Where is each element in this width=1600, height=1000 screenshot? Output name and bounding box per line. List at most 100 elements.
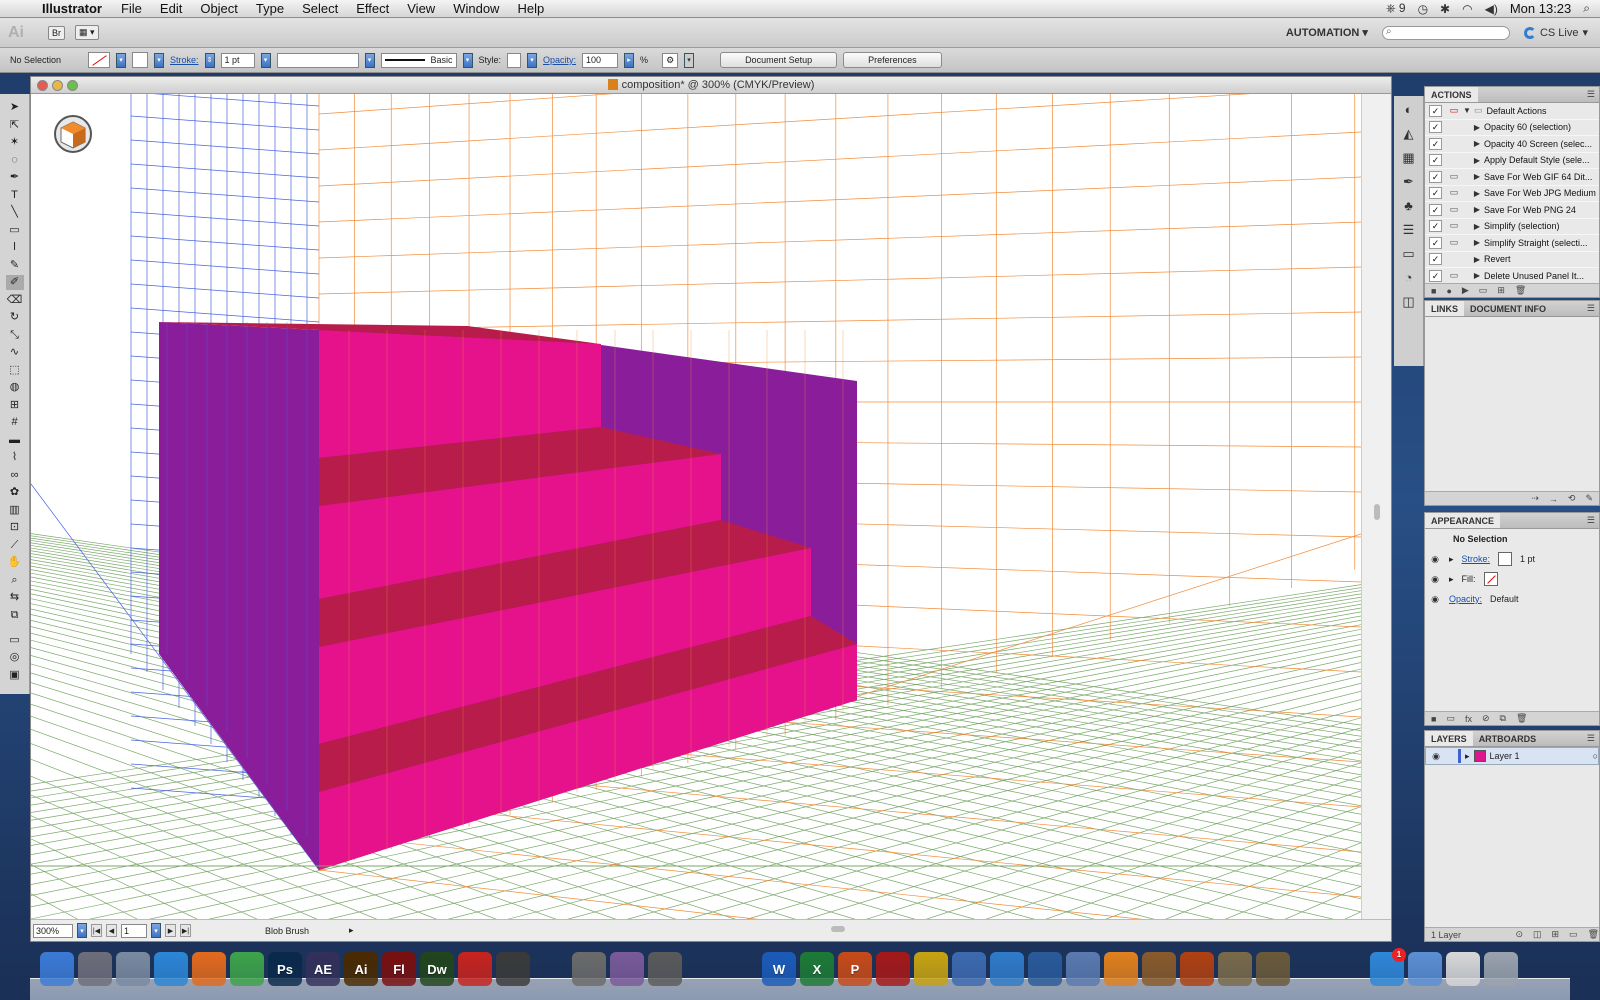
quicktime-dock-icon[interactable]: [1028, 952, 1062, 986]
brushes-panel-icon[interactable]: ✒: [1401, 174, 1417, 190]
menu-effect[interactable]: Effect: [347, 1, 398, 16]
menu-select[interactable]: Select: [293, 1, 347, 16]
dialog-toggle[interactable]: [1448, 171, 1460, 183]
dashboard-dock-icon[interactable]: [648, 952, 682, 986]
safari-dock-icon[interactable]: [154, 952, 188, 986]
direct-selection-tool-icon[interactable]: ⇱: [6, 118, 24, 133]
symbol-sprayer-tool-icon[interactable]: ✿: [6, 485, 24, 500]
layer-name[interactable]: Layer 1: [1490, 751, 1589, 761]
adobe-updates-icon[interactable]: ⎈ 9: [1386, 1, 1406, 16]
action-toggle-checkbox[interactable]: ✓: [1429, 203, 1442, 216]
action-row[interactable]: ✓ ▶Save For Web PNG 24: [1425, 202, 1599, 219]
preferences-button[interactable]: Preferences: [843, 52, 942, 68]
dialog-toggle[interactable]: [1448, 187, 1460, 199]
graphic-style-swatch[interactable]: [507, 52, 522, 68]
action-row[interactable]: ✓ ▶ Opacity 60 (selection): [1425, 120, 1599, 136]
duplicate-item-icon[interactable]: ⧉: [1500, 713, 1506, 724]
gear-settings-dock-icon[interactable]: [1332, 952, 1366, 986]
variable-width-dropdown[interactable]: ▾: [364, 52, 375, 68]
tab-artboards[interactable]: ARTBOARDS: [1473, 731, 1543, 746]
opacity-link[interactable]: Opacity:: [543, 55, 576, 65]
action-toggle-checkbox[interactable]: ✓: [1429, 236, 1442, 249]
dialog-toggle[interactable]: [1448, 105, 1460, 117]
graphic-style-dropdown[interactable]: ▾: [527, 52, 538, 68]
workspace-switcher[interactable]: AUTOMATION ▾: [1286, 26, 1368, 39]
stroke-swatch[interactable]: [132, 52, 148, 68]
action-set-row[interactable]: ✓ ▼ ▭ Default Actions: [1425, 103, 1599, 120]
fill-swatch[interactable]: [88, 52, 110, 68]
action-row[interactable]: ✓ ▶Simplify Straight (selecti...: [1425, 235, 1599, 252]
tab-layers[interactable]: LAYERS: [1425, 731, 1473, 746]
flash-dock-icon[interactable]: Fl: [382, 952, 416, 986]
selection-tool-icon[interactable]: ➤: [6, 100, 24, 115]
clock[interactable]: Mon 13:23: [1510, 1, 1571, 16]
delete-item-icon[interactable]: 🗑: [1516, 713, 1527, 724]
fill-dropdown[interactable]: ▾: [116, 52, 126, 68]
color-mode-icon[interactable]: ▭: [6, 633, 24, 648]
action-row[interactable]: ✓ ▶ Apply Default Style (sele...: [1425, 153, 1599, 169]
new-layer-icon[interactable]: ▭: [1569, 929, 1578, 940]
appearance-stroke-row[interactable]: ◉ ▸ Stroke: 1 pt: [1425, 549, 1599, 569]
relink-icon[interactable]: ⇢: [1531, 493, 1539, 504]
fill-stroke-icon[interactable]: ⧉: [6, 608, 24, 630]
documents-dock-icon[interactable]: [1446, 952, 1480, 986]
expand-triangle-icon[interactable]: ▶: [1470, 205, 1484, 214]
expand-triangle-icon[interactable]: ▸: [1449, 574, 1454, 585]
expand-triangle-icon[interactable]: ▶: [1470, 123, 1484, 132]
edit-original-icon[interactable]: ✎: [1585, 493, 1593, 504]
free-transform-tool-icon[interactable]: ⬚: [6, 363, 24, 378]
variable-width-profile[interactable]: [276, 52, 359, 68]
appearance-stroke-weight[interactable]: 1 pt: [1520, 554, 1535, 564]
shape-builder-tool-icon[interactable]: ◍: [6, 380, 24, 395]
dialog-toggle[interactable]: [1448, 204, 1460, 216]
clapper-dock-icon[interactable]: [686, 952, 720, 986]
paintbrush-tool-icon[interactable]: ǀ: [6, 240, 24, 255]
default-colors-icon[interactable]: ⇆: [6, 590, 24, 605]
opacity-dropdown[interactable]: ▸: [624, 52, 635, 68]
photos-dock-icon[interactable]: [1218, 952, 1252, 986]
expand-triangle-icon[interactable]: ▶: [1470, 189, 1484, 198]
volume-icon[interactable]: ◀): [1485, 2, 1498, 16]
recolor-dropdown[interactable]: ▾: [684, 52, 695, 68]
folder-dock-icon[interactable]: [1408, 952, 1442, 986]
update-link-icon[interactable]: ⟲: [1568, 493, 1576, 504]
stop-icon[interactable]: ■: [1431, 286, 1436, 296]
action-row[interactable]: ✓ ▶ Revert: [1425, 252, 1599, 268]
panel-menu-icon[interactable]: ☰: [1587, 733, 1595, 744]
color-sync-dock-icon[interactable]: [610, 952, 644, 986]
visibility-eye-icon[interactable]: ◉: [1429, 554, 1441, 565]
zoom-tool-icon[interactable]: ⌕: [6, 573, 24, 588]
pen-tool-icon[interactable]: ✒: [6, 170, 24, 185]
action-toggle-checkbox[interactable]: ✓: [1429, 253, 1442, 266]
column-graph-tool-icon[interactable]: ▥: [6, 503, 24, 518]
visibility-eye-icon[interactable]: ◉: [1429, 574, 1441, 585]
stroke-color-swatch[interactable]: [1498, 552, 1513, 566]
spotlight-search-icon[interactable]: ⌕: [1583, 1, 1590, 16]
artboard-tool-icon[interactable]: ⊡: [6, 520, 24, 535]
cs-live-menu[interactable]: CS Live ▾: [1523, 26, 1588, 39]
firefox-dock-icon[interactable]: [192, 952, 226, 986]
perspective-artwork[interactable]: [31, 94, 1361, 921]
appearance-stroke-link[interactable]: Stroke:: [1462, 554, 1491, 564]
system-info-dock-icon[interactable]: [1066, 952, 1100, 986]
itunes-dock-icon[interactable]: [990, 952, 1024, 986]
clear-appearance-icon[interactable]: ⊘: [1482, 713, 1490, 724]
action-toggle-checkbox[interactable]: ✓: [1429, 154, 1442, 167]
dialog-toggle[interactable]: [1448, 138, 1460, 150]
rectangle-tool-icon[interactable]: ▭: [6, 223, 24, 238]
scale-tool-icon[interactable]: ⤡: [6, 328, 24, 343]
recolor-artwork-button[interactable]: ⚙: [662, 52, 679, 68]
record-icon[interactable]: ●: [1446, 286, 1451, 296]
network-dock-icon[interactable]: [952, 952, 986, 986]
graphic-styles-icon[interactable]: ◫: [1401, 294, 1417, 310]
imovie-dock-icon[interactable]: [496, 952, 530, 986]
panel-menu-icon[interactable]: ☰: [1587, 89, 1595, 100]
action-toggle-checkbox[interactable]: ✓: [1429, 187, 1442, 200]
color-guide-icon[interactable]: ◭: [1401, 126, 1417, 142]
fill-color-swatch[interactable]: [1483, 572, 1498, 586]
expand-triangle-icon[interactable]: ▶: [1470, 139, 1484, 148]
new-set-icon[interactable]: ▭: [1479, 285, 1488, 296]
appearance-opacity-row[interactable]: ◉ Opacity: Default: [1425, 589, 1599, 609]
tab-actions[interactable]: ACTIONS: [1425, 87, 1478, 102]
expand-triangle-icon[interactable]: ▶: [1470, 172, 1484, 181]
